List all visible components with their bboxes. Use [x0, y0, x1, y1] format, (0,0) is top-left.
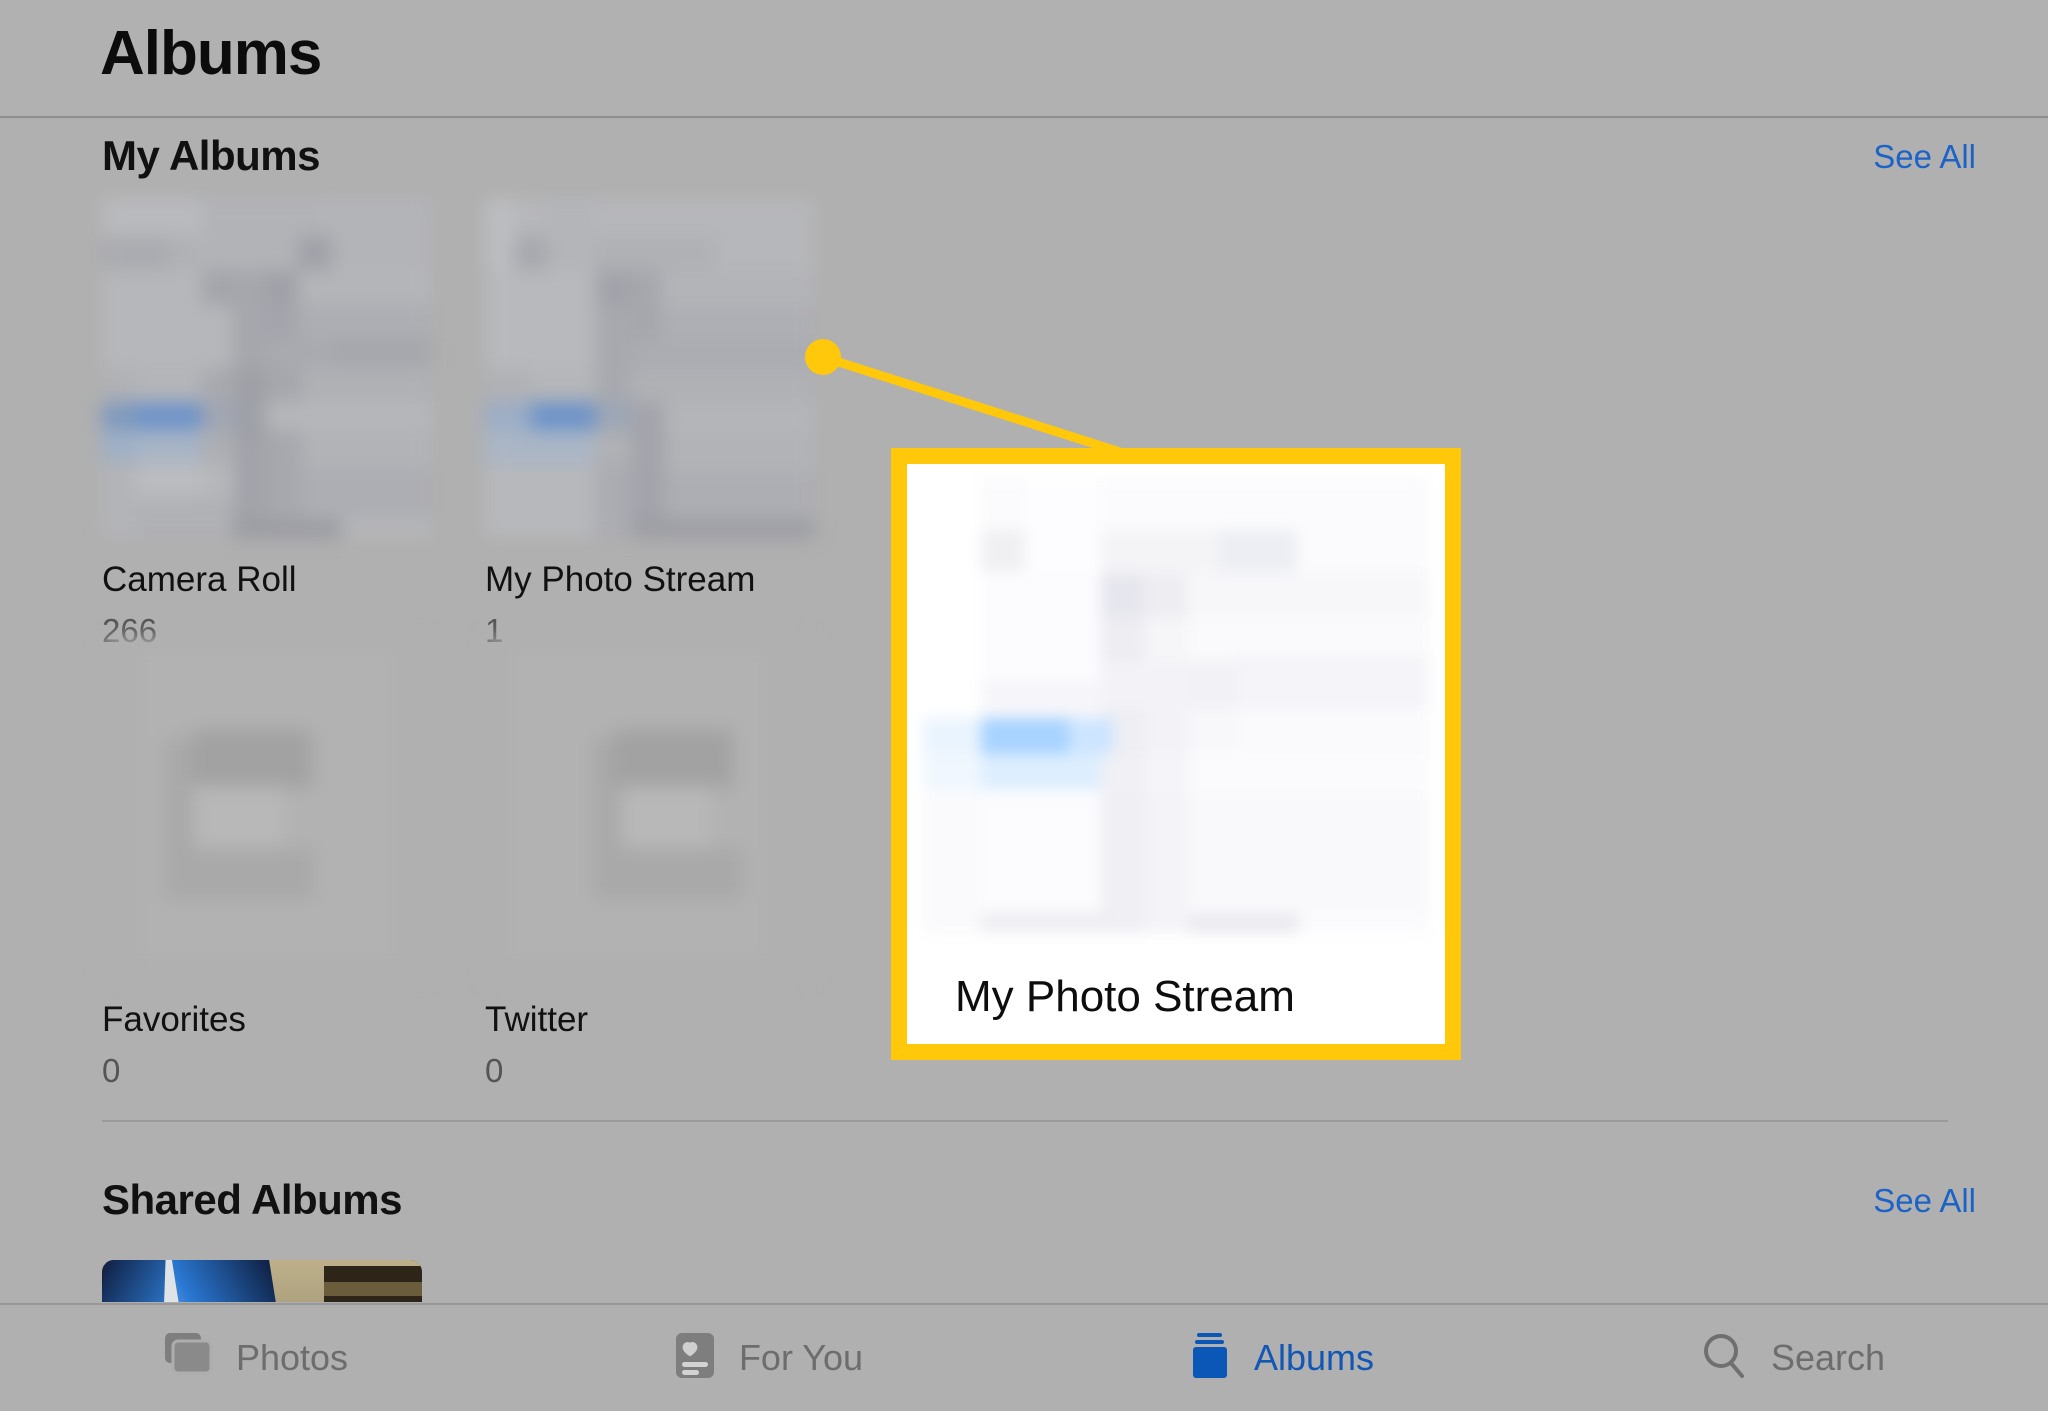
- tab-label-photos: Photos: [235, 1337, 349, 1378]
- section-divider: [102, 1120, 1948, 1122]
- shared-album-thumbnail[interactable]: [102, 1260, 422, 1302]
- section-header-my-albums: My Albums See All: [0, 132, 2048, 202]
- page-title: Albums: [100, 19, 322, 88]
- callout-label: My Photo Stream: [955, 972, 1295, 1021]
- album-name: Favorites: [102, 1000, 246, 1039]
- bottom-tab-bar: Photos For You Albums Search: [0, 1303, 2048, 1411]
- tab-label-for-you: For You: [738, 1337, 864, 1378]
- album-count: 0: [485, 1052, 504, 1089]
- tab-search[interactable]: Search: [1536, 1305, 2048, 1411]
- album-cell-twitter[interactable]: Twitter 0: [485, 638, 815, 1090]
- section-title-shared-albums: Shared Albums: [102, 1176, 403, 1223]
- album-name: My Photo Stream: [485, 560, 756, 599]
- tab-label-albums: Albums: [1253, 1337, 1375, 1378]
- for-you-card-heart-icon: [673, 1331, 719, 1386]
- photos-stack-icon: [164, 1332, 216, 1385]
- albums-stack-icon: [1186, 1331, 1234, 1386]
- tab-albums[interactable]: Albums: [1024, 1305, 1536, 1411]
- navigation-header: Albums: [0, 0, 2048, 118]
- album-thumbnail-twitter[interactable]: [485, 638, 815, 978]
- album-cell-camera-roll[interactable]: Camera Roll 266: [102, 198, 432, 650]
- see-all-shared-albums-link[interactable]: See All: [1873, 1182, 1976, 1220]
- search-magnifier-icon: [1699, 1330, 1751, 1387]
- album-count: 0: [102, 1052, 121, 1089]
- photos-app-screen: Albums My Albums See All Camera Roll 266…: [0, 0, 2048, 1411]
- album-thumbnail-my-photo-stream[interactable]: [485, 198, 815, 538]
- tab-photos[interactable]: Photos: [0, 1305, 512, 1411]
- callout-thumbnail-preview: [923, 478, 1429, 933]
- album-thumbnail-camera-roll[interactable]: [102, 198, 432, 538]
- see-all-my-albums-link[interactable]: See All: [1873, 138, 1976, 176]
- tab-label-search: Search: [1770, 1337, 1886, 1378]
- album-cell-my-photo-stream[interactable]: My Photo Stream 1: [485, 198, 815, 650]
- callout-highlight-box: My Photo Stream: [891, 448, 1461, 1060]
- section-header-shared-albums: Shared Albums See All: [0, 1176, 2048, 1246]
- album-name: Camera Roll: [102, 560, 297, 599]
- tab-for-you[interactable]: For You: [512, 1305, 1024, 1411]
- album-thumbnail-favorites[interactable]: [102, 638, 432, 978]
- album-name: Twitter: [485, 1000, 589, 1039]
- section-title-my-albums: My Albums: [102, 132, 320, 179]
- album-cell-favorites[interactable]: Favorites 0: [102, 638, 432, 1090]
